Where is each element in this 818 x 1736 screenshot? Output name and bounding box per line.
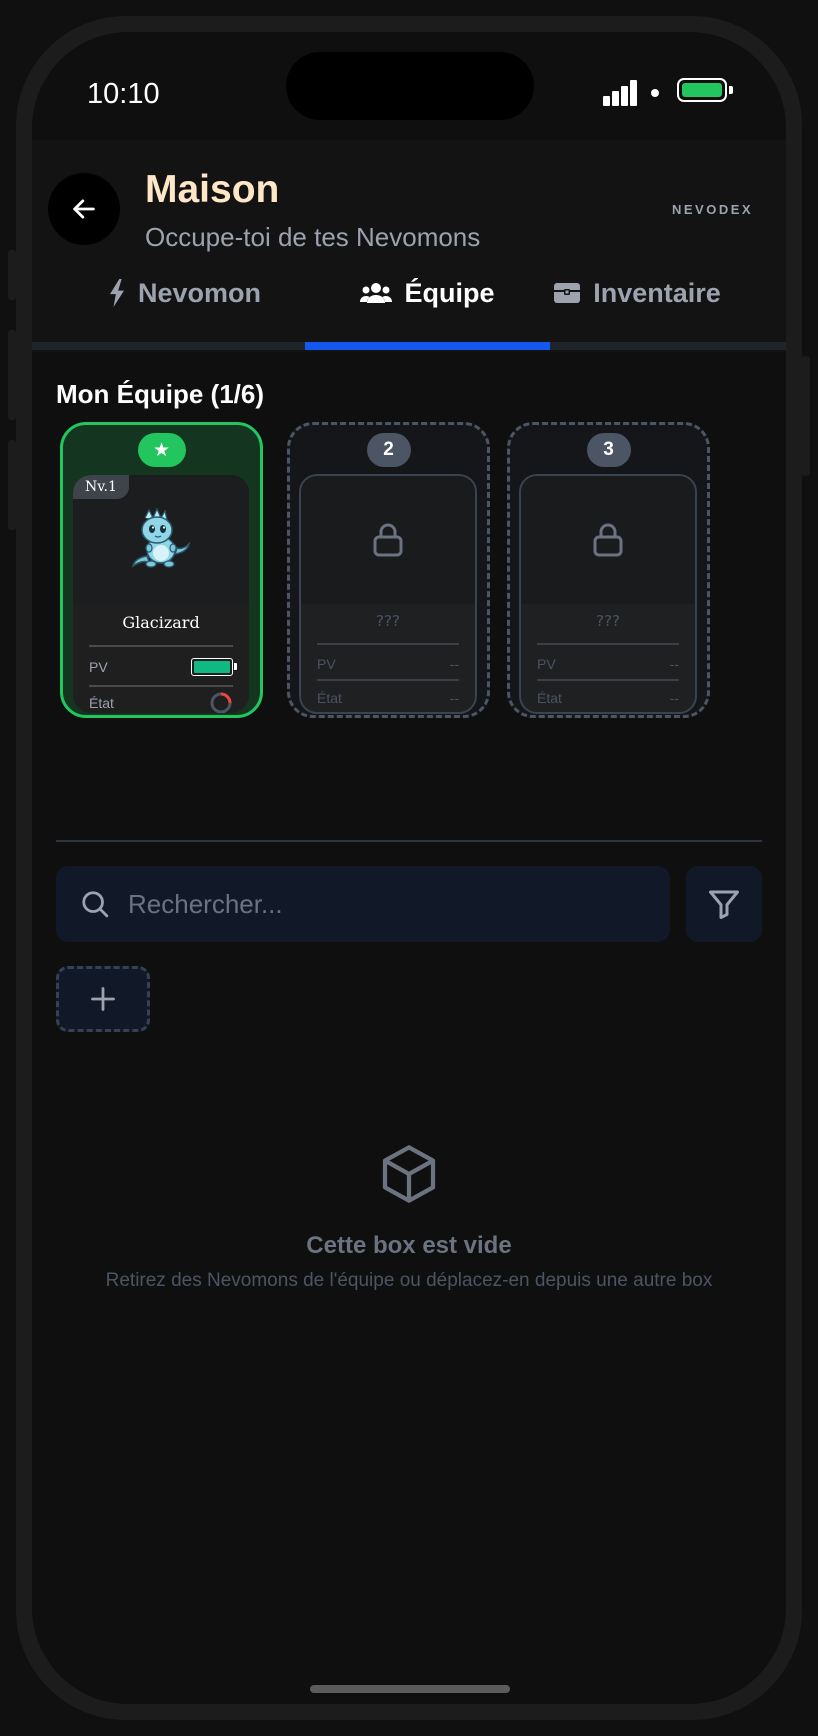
locked-card: ??? PV -- État -- — [299, 474, 477, 714]
arrow-left-icon — [73, 199, 95, 219]
tab-label: Inventaire — [593, 277, 721, 308]
card-divider — [537, 643, 679, 645]
hp-row: PV -- — [537, 656, 679, 672]
empty-box-description: Retirez des Nevomons de l'équipe ou dépl… — [105, 1270, 713, 1291]
slot-number-badge: 3 — [586, 433, 631, 467]
empty-box-title: Cette box est vide — [306, 1232, 512, 1259]
nevomon-image: Nv.1 — [73, 475, 249, 603]
state-row: État -- — [537, 690, 679, 706]
card-divider — [317, 643, 459, 645]
card-divider — [89, 645, 233, 647]
card-divider — [537, 679, 679, 681]
team-carousel[interactable]: ★ Nv.1 Glacizard PV État 2 ??? PV -- Éta… — [56, 412, 720, 742]
wifi-dot-icon — [651, 89, 659, 97]
filter-icon — [709, 890, 739, 919]
state-ring-icon — [210, 692, 232, 713]
team-slot-1[interactable]: ★ Nv.1 Glacizard PV État — [60, 422, 263, 718]
locked-image — [521, 476, 695, 604]
hp-row: PV -- — [317, 656, 459, 672]
bolt-icon — [109, 279, 124, 307]
phone-screen: 10:10 Maison Occupe-toi de tes Nevomons … — [32, 32, 786, 1704]
team-slot-2[interactable]: 2 ??? PV -- État -- — [287, 422, 490, 718]
locked-image — [301, 476, 475, 604]
state-row: État — [89, 689, 233, 713]
battery-icon — [677, 78, 733, 102]
volume-down-button — [8, 440, 16, 530]
page-title: Maison — [145, 168, 280, 211]
silent-switch — [8, 250, 16, 300]
locked-card: ??? PV -- État -- — [519, 474, 697, 714]
lock-icon — [593, 523, 623, 557]
search-input[interactable]: Rechercher... — [56, 866, 670, 942]
home-indicator[interactable] — [310, 1685, 510, 1693]
nevomon-card[interactable]: Nv.1 Glacizard PV État — [73, 475, 249, 713]
tab-inventaire[interactable]: Inventaire — [502, 242, 772, 344]
signal-icon — [603, 80, 639, 106]
unknown-name: ??? — [596, 612, 620, 630]
active-tab-indicator — [305, 342, 550, 350]
card-divider — [317, 679, 459, 681]
team-title: Mon Équipe (1/6) — [56, 379, 264, 409]
lock-icon — [373, 523, 403, 557]
state-row: État -- — [317, 690, 459, 706]
hp-row: PV — [89, 653, 237, 681]
level-badge: Nv.1 — [73, 475, 129, 499]
hp-label: PV — [89, 659, 108, 675]
brand-label: NEVODEX — [672, 202, 754, 217]
hp-battery-icon — [191, 658, 237, 676]
star-icon: ★ — [152, 439, 171, 461]
section-divider — [56, 840, 762, 842]
state-label: État — [89, 695, 114, 711]
tab-label: Nevomon — [137, 277, 262, 308]
tab-label: Équipe — [404, 277, 495, 308]
status-bar: 10:10 — [32, 32, 786, 140]
slot-number-badge: 2 — [366, 433, 411, 467]
nevomon-name: Glacizard — [122, 613, 200, 632]
card-divider — [89, 685, 233, 687]
tab-bar: Nevomon Équipe Inventaire — [32, 242, 786, 352]
box-icon — [382, 1145, 436, 1203]
unknown-name: ??? — [376, 612, 400, 630]
chest-icon — [554, 283, 581, 303]
filter-button[interactable] — [686, 866, 762, 942]
add-box-button[interactable] — [56, 966, 150, 1032]
volume-up-button — [8, 330, 16, 420]
team-slot-3[interactable]: 3 ??? PV -- État -- — [507, 422, 710, 718]
status-time: 10:10 — [87, 78, 160, 110]
back-button[interactable] — [48, 173, 120, 245]
leader-badge: ★ — [137, 433, 186, 467]
glacizard-sprite — [131, 508, 191, 568]
users-icon — [360, 283, 393, 303]
tab-nevomon[interactable]: Nevomon — [62, 242, 307, 344]
search-placeholder: Rechercher... — [128, 888, 283, 919]
search-icon — [82, 891, 109, 918]
power-button — [802, 356, 810, 476]
plus-icon — [91, 987, 115, 1011]
dynamic-island — [286, 52, 534, 120]
